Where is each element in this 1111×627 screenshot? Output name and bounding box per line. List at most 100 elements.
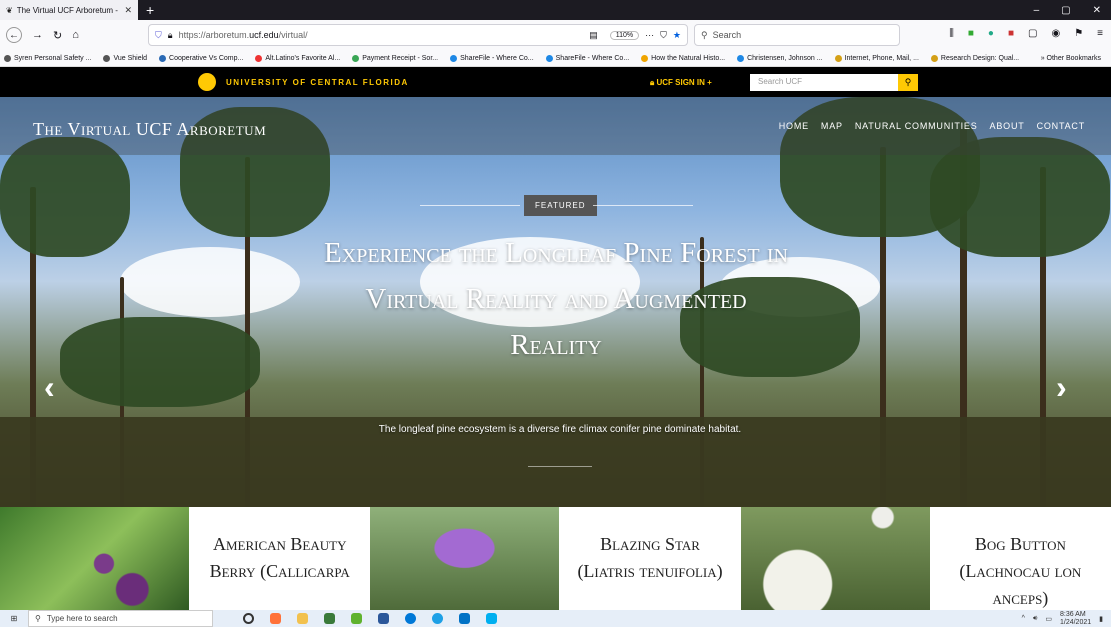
search-icon: ⚲ <box>904 77 912 87</box>
search-placeholder: Search <box>712 30 742 40</box>
bookmark-item[interactable]: Alt.Latino's Favorite Al... <box>255 54 341 62</box>
bookmark-item[interactable]: Payment Receipt - Sor... <box>352 54 438 62</box>
card-title-box[interactable]: Blazing Star (Liatris tenuifolia) <box>559 507 741 610</box>
slider-next-arrow-icon[interactable]: › <box>1056 369 1067 406</box>
tree-canopy <box>0 137 130 257</box>
hero-subtitle: The longleaf pine ecosystem is a diverse… <box>378 424 742 435</box>
menu-icon[interactable]: ≡ <box>1097 28 1103 39</box>
beauty-berry-image[interactable] <box>0 507 190 610</box>
browser-search-input[interactable]: ⚲ Search <box>694 24 900 46</box>
home-icon[interactable]: ⌂ <box>72 29 79 41</box>
bookmark-star-icon[interactable]: ★ <box>673 30 681 41</box>
bookmark-item[interactable]: ShareFile - Where Co... <box>450 54 534 62</box>
app-icon[interactable] <box>324 613 335 624</box>
nav-about[interactable]: ABOUT <box>990 121 1025 131</box>
bookmark-label: ShareFile - Where Co... <box>460 54 534 62</box>
skype-icon[interactable] <box>486 613 497 624</box>
tab-title: The Virtual UCF Arboretum - V <box>16 5 121 15</box>
bookmark-favicon-icon <box>159 54 167 62</box>
card-title-box[interactable]: American Beauty Berry (Callicarpa <box>189 507 371 610</box>
ucf-search-button[interactable]: ⚲ <box>898 74 918 91</box>
chevron-up-icon[interactable]: ^ <box>1022 615 1025 622</box>
bookmark-item[interactable]: ShareFile - Where Co... <box>545 54 630 62</box>
slider-prev-arrow-icon[interactable]: ‹ <box>44 369 55 406</box>
close-window-button[interactable]: ✕ <box>1093 5 1101 16</box>
cortana-icon[interactable] <box>243 613 254 624</box>
reader-view-icon[interactable]: ▤ <box>589 30 598 41</box>
hero-slider: The Virtual UCF Arboretum HOME MAP NATUR… <box>0 97 1111 507</box>
back-icon[interactable]: ← <box>6 27 22 43</box>
forward-icon[interactable]: → <box>32 29 43 41</box>
file-explorer-icon[interactable] <box>297 613 308 624</box>
taskbar-search-placeholder: Type here to search <box>46 614 118 623</box>
lock-icon[interactable]: 🔒︎ <box>168 30 173 41</box>
ucf-name: UNIVERSITY OF CENTRAL FLORIDA <box>226 77 409 87</box>
chrome-icon[interactable] <box>432 613 443 624</box>
extension-icon[interactable]: ■ <box>968 28 974 39</box>
extension-icon[interactable]: ● <box>988 28 994 39</box>
ucf-sign-in-link[interactable]: 🔒︎ UCF SIGN IN + <box>650 78 712 88</box>
tree-canopy <box>60 317 260 407</box>
app-icon[interactable] <box>378 613 389 624</box>
bookmark-item[interactable]: Vue Shield <box>103 54 147 62</box>
notification-icon[interactable]: ▮ <box>1099 615 1103 623</box>
nav-natural-communities[interactable]: NATURAL COMMUNITIES <box>855 121 978 131</box>
mail-icon[interactable] <box>459 613 470 624</box>
nav-contact[interactable]: CONTACT <box>1037 121 1085 131</box>
bog-button-image[interactable] <box>740 507 930 610</box>
bookmark-item[interactable]: Internet, Phone, Mail, ... <box>834 54 919 62</box>
divider <box>528 466 592 467</box>
nav-home[interactable]: HOME <box>779 121 809 131</box>
windows-start-icon[interactable]: ⊞ <box>0 610 28 627</box>
bookmark-item[interactable]: Syren Personal Safety ... <box>4 54 91 62</box>
account-icon[interactable]: ◉ <box>1051 28 1060 39</box>
site-title[interactable]: The Virtual UCF Arboretum <box>33 119 266 140</box>
bookmark-label: Internet, Phone, Mail, ... <box>844 54 919 62</box>
flag-icon[interactable]: ⚑ <box>1074 28 1083 39</box>
container-icon[interactable]: ▢ <box>1028 28 1037 39</box>
card-title-box[interactable]: Bog Button (Lachnocau lon anceps) <box>929 507 1111 610</box>
ucf-search-input[interactable]: Search UCF <box>750 74 898 91</box>
bookmark-favicon-icon <box>930 54 938 62</box>
bookmark-favicon-icon <box>255 54 263 62</box>
ucf-header-bar: UNIVERSITY OF CENTRAL FLORIDA 🔒︎ UCF SIG… <box>0 67 1111 97</box>
edge-icon[interactable] <box>405 613 416 624</box>
browser-tab[interactable]: ❦ The Virtual UCF Arboretum - V ✕ <box>0 0 138 20</box>
url-bar[interactable]: ⛉ 🔒︎ https://arboretum.ucf.edu/virtual/ … <box>148 24 688 46</box>
bookmark-label: Christensen, Johnson ... <box>747 54 823 62</box>
new-tab-button[interactable]: + <box>146 2 154 18</box>
taskbar-search-input[interactable]: ⚲ Type here to search <box>28 610 213 627</box>
bookmark-label: Research Design: Qual... <box>940 54 1020 62</box>
tab-close-icon[interactable]: ✕ <box>124 5 132 16</box>
blazing-star-image[interactable] <box>370 507 560 610</box>
bookmark-item[interactable]: Christensen, Johnson ... <box>737 54 823 62</box>
firefox-icon[interactable] <box>270 613 281 624</box>
ucf-logo[interactable]: UNIVERSITY OF CENTRAL FLORIDA <box>198 73 409 91</box>
clock[interactable]: 8:36 AM 1/24/2021 <box>1060 611 1091 627</box>
library-icon[interactable]: ⫼ <box>949 28 954 39</box>
other-bookmarks[interactable]: » Other Bookmarks <box>1041 55 1107 62</box>
bookmark-item[interactable]: How the Natural Histo... <box>641 54 725 62</box>
bookmark-item[interactable]: Research Design: Qual... <box>930 54 1020 62</box>
search-icon: ⚲ <box>701 29 708 40</box>
tab-favicon-icon: ❦ <box>6 5 13 15</box>
page-actions-icon[interactable]: ··· <box>645 30 654 40</box>
network-icon[interactable]: ▭ <box>1045 615 1052 623</box>
hero-headline[interactable]: Experience the Longleaf Pine Forest in V… <box>318 230 794 368</box>
zoom-indicator[interactable]: 110% <box>609 30 640 40</box>
main-nav: HOME MAP NATURAL COMMUNITIES ABOUT CONTA… <box>779 121 1085 131</box>
bookmark-label: Alt.Latino's Favorite Al... <box>265 54 341 62</box>
app-icon[interactable] <box>351 613 362 624</box>
minimize-button[interactable]: – <box>1034 5 1040 16</box>
volume-icon[interactable]: 🔊︎ <box>1033 615 1037 623</box>
extension-icon[interactable]: ■ <box>1008 28 1014 39</box>
shield-icon[interactable]: ⛉ <box>155 30 162 41</box>
featured-badge: FEATURED <box>524 195 597 216</box>
pocket-icon[interactable]: ⛉ <box>660 30 667 41</box>
windows-taskbar: ⊞ ⚲ Type here to search ^ 🔊︎ ▭ 8:36 AM 1/… <box>0 610 1111 627</box>
maximize-button[interactable]: ▢ <box>1061 5 1070 16</box>
nav-map[interactable]: MAP <box>821 121 843 131</box>
reload-icon[interactable]: ↻ <box>53 29 62 42</box>
bookmark-label: ShareFile - Where Co... <box>555 54 630 62</box>
bookmark-item[interactable]: Cooperative Vs Comp... <box>159 54 243 62</box>
